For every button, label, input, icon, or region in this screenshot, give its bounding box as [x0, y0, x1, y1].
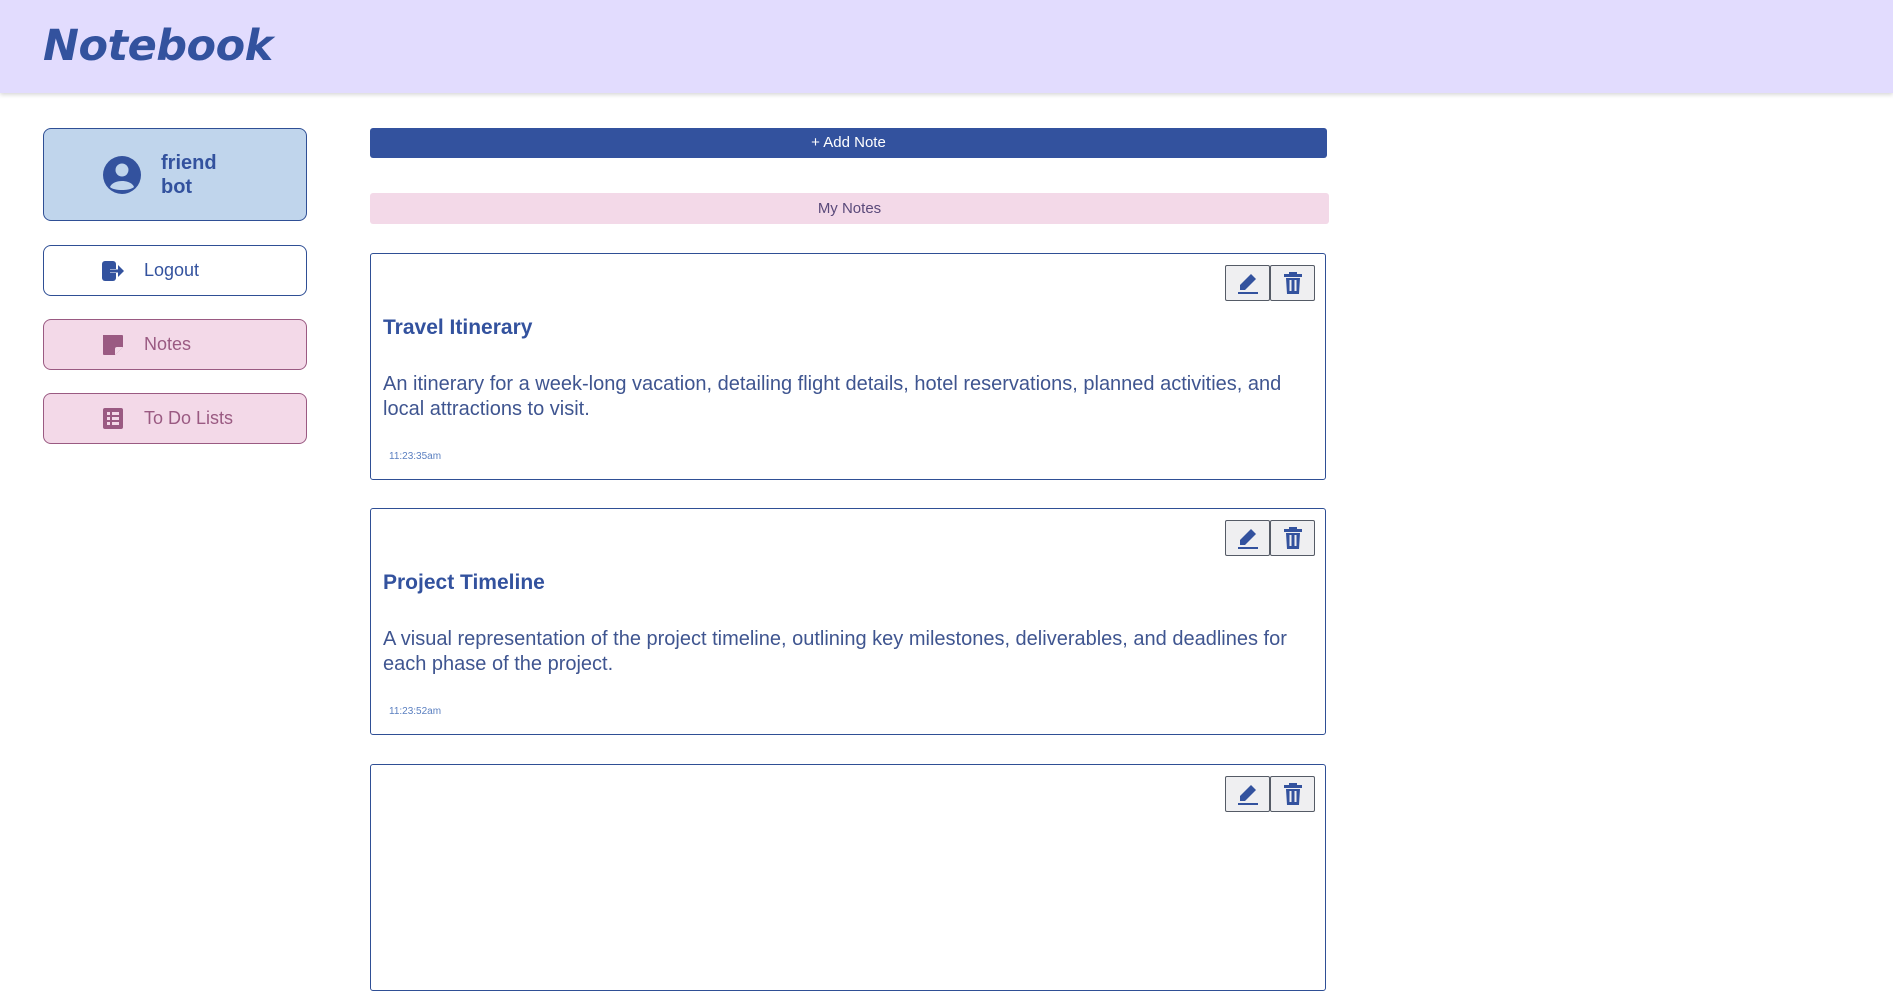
logout-label: Logout: [144, 260, 200, 280]
delete-note-button[interactable]: [1270, 776, 1315, 812]
delete-note-button[interactable]: [1270, 265, 1315, 301]
nav-todo-lists[interactable]: To Do Lists: [43, 393, 307, 444]
list-icon: [103, 408, 123, 429]
note-timestamp: 11:23:52am: [389, 706, 442, 717]
notes-label: Notes: [144, 334, 192, 354]
note-card: Project Timeline A visual representation…: [370, 508, 1326, 735]
trash-icon: [1284, 527, 1302, 549]
edit-note-button[interactable]: [1225, 520, 1270, 556]
todo-lists-label: To Do Lists: [144, 408, 234, 428]
note-title: Travel Itinerary: [383, 316, 533, 339]
note-title: Project Timeline: [383, 571, 545, 594]
logout-icon: [102, 261, 124, 281]
note-body: An itinerary for a week-long vacation, d…: [383, 373, 1282, 420]
pencil-icon: [1238, 529, 1258, 549]
sticky-note-icon: [103, 335, 123, 355]
pencil-icon: [1238, 785, 1258, 805]
trash-icon: [1284, 783, 1302, 805]
trash-icon: [1284, 272, 1302, 294]
delete-note-button[interactable]: [1270, 520, 1315, 556]
note-body: A visual representation of the project t…: [383, 628, 1287, 675]
profile-card: friend bot: [43, 128, 307, 221]
nav-notes[interactable]: Notes: [43, 319, 307, 370]
note-card: [370, 764, 1326, 991]
note-timestamp: 11:23:35am: [389, 451, 442, 462]
user-circle-icon: [103, 156, 141, 194]
pencil-icon: [1238, 274, 1258, 294]
app-title: Notebook: [43, 21, 273, 71]
add-note-button[interactable]: + Add Note: [370, 128, 1327, 158]
my-notes-heading: My Notes: [370, 193, 1329, 224]
edit-note-button[interactable]: [1225, 265, 1270, 301]
logout-button[interactable]: Logout: [43, 245, 307, 296]
profile-name: friend bot: [161, 152, 217, 198]
app-header: Notebook: [0, 0, 1893, 93]
note-card: Travel Itinerary An itinerary for a week…: [370, 253, 1326, 480]
edit-note-button[interactable]: [1225, 776, 1270, 812]
